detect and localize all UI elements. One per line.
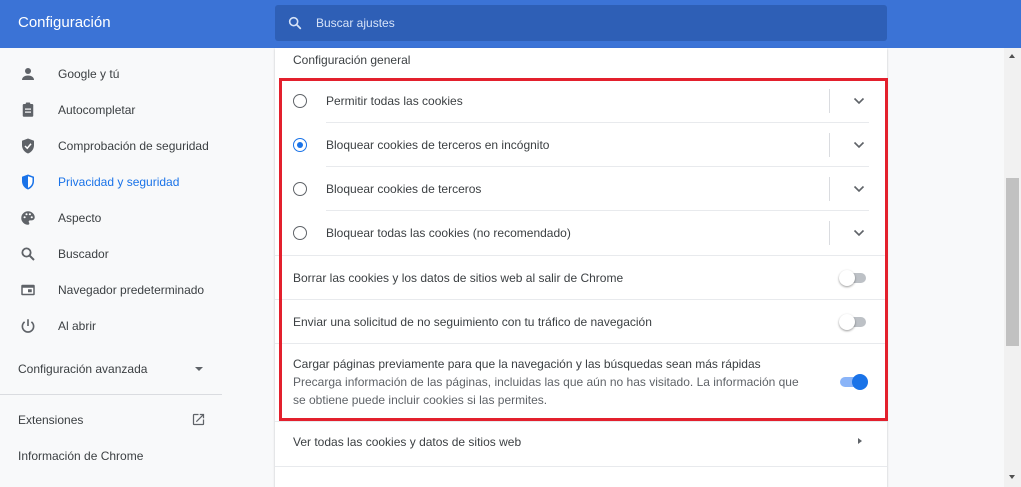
scroll-down-icon[interactable] <box>1009 475 1015 479</box>
person-icon <box>22 68 34 80</box>
radio-button[interactable] <box>293 182 307 196</box>
section-title: Configuración general <box>293 53 411 67</box>
sidebar-item-label: Buscador <box>58 247 109 261</box>
divider <box>275 466 887 467</box>
open-in-new-icon[interactable] <box>191 412 206 427</box>
toggle-label: Cargar páginas previamente para que la n… <box>293 357 761 371</box>
radio-button[interactable] <box>293 138 307 152</box>
option-label: Bloquear cookies de terceros en incógnit… <box>326 138 550 152</box>
shield-check-icon <box>22 138 34 154</box>
option-label: Permitir todas las cookies <box>326 94 463 108</box>
page-title: Configuración <box>18 14 111 31</box>
sidebar: Google y tú Autocompletar Comprobación d… <box>0 48 222 487</box>
search-icon <box>21 247 35 261</box>
sidebar-item-label: Comprobación de seguridad <box>58 139 209 153</box>
divider <box>326 210 869 211</box>
sidebar-item-appearance[interactable]: Aspecto <box>0 200 222 236</box>
scrollbar[interactable] <box>1004 48 1021 487</box>
clear-cookies-toggle[interactable] <box>839 270 866 286</box>
extensions-link[interactable]: Extensiones <box>18 413 83 427</box>
arrow-right-icon[interactable] <box>858 438 862 444</box>
search-input[interactable]: Buscar ajustes <box>316 16 395 30</box>
chevron-down-icon[interactable] <box>853 229 865 237</box>
shield-icon <box>22 174 34 190</box>
sidebar-item-privacy[interactable]: Privacidad y seguridad <box>0 164 222 200</box>
about-chrome-link[interactable]: Información de Chrome <box>18 449 143 463</box>
option-label: Bloquear todas las cookies (no recomenda… <box>326 226 571 240</box>
chevron-down-icon[interactable] <box>853 141 865 149</box>
divider <box>275 343 887 344</box>
search-icon <box>288 16 302 30</box>
sidebar-item-label: Navegador predeterminado <box>58 283 205 297</box>
option-label: Bloquear cookies de terceros <box>326 182 482 196</box>
sidebar-item-label: Aspecto <box>58 211 102 225</box>
sidebar-item-search-engine[interactable]: Buscador <box>0 236 222 272</box>
divider <box>829 177 830 201</box>
divider <box>829 89 830 113</box>
power-icon <box>21 319 35 333</box>
scrollbar-thumb[interactable] <box>1006 178 1019 346</box>
toggle-description: Precarga información de las páginas, inc… <box>293 375 799 407</box>
sidebar-item-default-browser[interactable]: Navegador predeterminado <box>0 272 222 308</box>
do-not-track-toggle[interactable] <box>839 314 866 330</box>
settings-card: Configuración general Permitir todas las… <box>275 48 887 487</box>
chevron-down-icon[interactable] <box>853 185 865 193</box>
sidebar-item-label: Al abrir <box>58 319 97 333</box>
preload-pages-toggle[interactable] <box>840 374 868 390</box>
sidebar-item-autofill[interactable]: Autocompletar <box>0 92 222 128</box>
sidebar-item-label: Autocompletar <box>58 103 136 117</box>
divider <box>326 166 869 167</box>
browser-icon <box>21 284 35 296</box>
sidebar-item-google[interactable]: Google y tú <box>0 56 222 92</box>
divider <box>275 421 887 422</box>
advanced-settings-toggle[interactable]: Configuración avanzada <box>18 362 147 376</box>
divider <box>275 255 887 256</box>
sidebar-item-on-startup[interactable]: Al abrir <box>0 308 222 344</box>
header-bar: Configuración Buscar ajustes <box>0 0 1021 48</box>
clipboard-icon <box>22 102 34 117</box>
see-all-cookies-link[interactable]: Ver todas las cookies y datos de sitios … <box>293 435 521 449</box>
sidebar-item-label: Privacidad y seguridad <box>58 175 180 189</box>
scroll-up-icon[interactable] <box>1009 54 1015 58</box>
divider <box>829 133 830 157</box>
divider <box>326 122 869 123</box>
divider <box>0 394 222 395</box>
caret-down-icon[interactable] <box>195 367 203 371</box>
palette-icon <box>21 211 35 225</box>
toggle-label: Enviar una solicitud de no seguimiento c… <box>293 315 652 329</box>
sidebar-item-safety-check[interactable]: Comprobación de seguridad <box>0 128 222 164</box>
divider <box>829 221 830 245</box>
toggle-label: Borrar las cookies y los datos de sitios… <box>293 271 624 285</box>
radio-button[interactable] <box>293 226 307 240</box>
search-box[interactable]: Buscar ajustes <box>275 5 887 41</box>
divider <box>275 299 887 300</box>
sidebar-item-label: Google y tú <box>58 67 120 81</box>
chevron-down-icon[interactable] <box>853 97 865 105</box>
radio-button[interactable] <box>293 94 307 108</box>
